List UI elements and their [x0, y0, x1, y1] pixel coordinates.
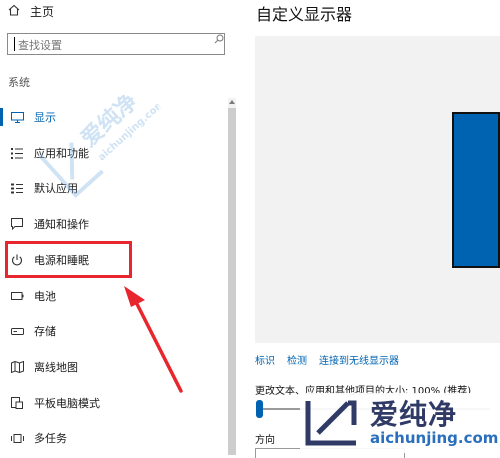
sidebar-item-tablet-mode[interactable]: 平板电脑模式	[0, 386, 225, 420]
highlight-box	[5, 241, 132, 278]
sidebar-item-label: 存储	[34, 325, 56, 338]
sidebar-scrollbar-thumb[interactable]	[228, 108, 236, 455]
sidebar-item-multitasking[interactable]: 多任务	[0, 421, 225, 455]
page-title: 自定义显示器	[256, 5, 353, 24]
main-content: 自定义显示器 标识 检测 连接到无线显示器 更改文本、应用和其他项目的大小: 1…	[240, 0, 500, 458]
storage-icon	[8, 324, 26, 338]
section-title: 系统	[8, 76, 30, 89]
tablet-icon	[8, 396, 26, 410]
search-placeholder: 查找设置	[18, 39, 62, 52]
search-input[interactable]: 查找设置	[7, 33, 225, 55]
orientation-label: 方向	[255, 435, 275, 446]
sidebar-item-label: 平板电脑模式	[34, 397, 100, 410]
sidebar-item-label: 电池	[34, 290, 56, 303]
home-label: 主页	[30, 4, 55, 19]
monitor-tile[interactable]	[452, 112, 500, 268]
sidebar-item-notifications[interactable]: 通知和操作	[0, 207, 225, 241]
sidebar-item-label: 通知和操作	[34, 218, 89, 231]
sidebar-item-label: 多任务	[34, 432, 67, 445]
monitor-icon	[8, 110, 26, 124]
home-link[interactable]: 主页	[8, 2, 54, 20]
map-icon	[8, 360, 26, 374]
brand-name: 爱纯净	[370, 397, 458, 431]
sidebar-item-storage[interactable]: 存储	[0, 314, 225, 348]
default-apps-icon	[8, 181, 26, 195]
multitask-icon	[8, 431, 26, 445]
detect-link[interactable]: 检测	[287, 352, 307, 367]
home-icon	[8, 4, 30, 19]
display-links: 标识 检测 连接到无线显示器	[255, 352, 399, 367]
sidebar-item-label: 离线地图	[34, 361, 78, 374]
sidebar-item-offline-maps[interactable]: 离线地图	[0, 350, 225, 384]
scroll-up-arrow-icon[interactable]	[229, 100, 235, 104]
brand-watermark: 爱纯净 aichunjing.com	[300, 393, 500, 453]
brand-url: aichunjing.com	[370, 428, 499, 447]
battery-icon	[8, 289, 26, 303]
identify-link[interactable]: 标识	[255, 352, 275, 367]
brand-logo-icon	[304, 395, 362, 451]
connect-wireless-display-link[interactable]: 连接到无线显示器	[319, 352, 399, 367]
text-cursor	[14, 37, 15, 51]
notification-icon	[8, 217, 26, 231]
sidebar-item-battery[interactable]: 电池	[0, 279, 225, 313]
scale-slider-thumb[interactable]	[256, 400, 263, 418]
